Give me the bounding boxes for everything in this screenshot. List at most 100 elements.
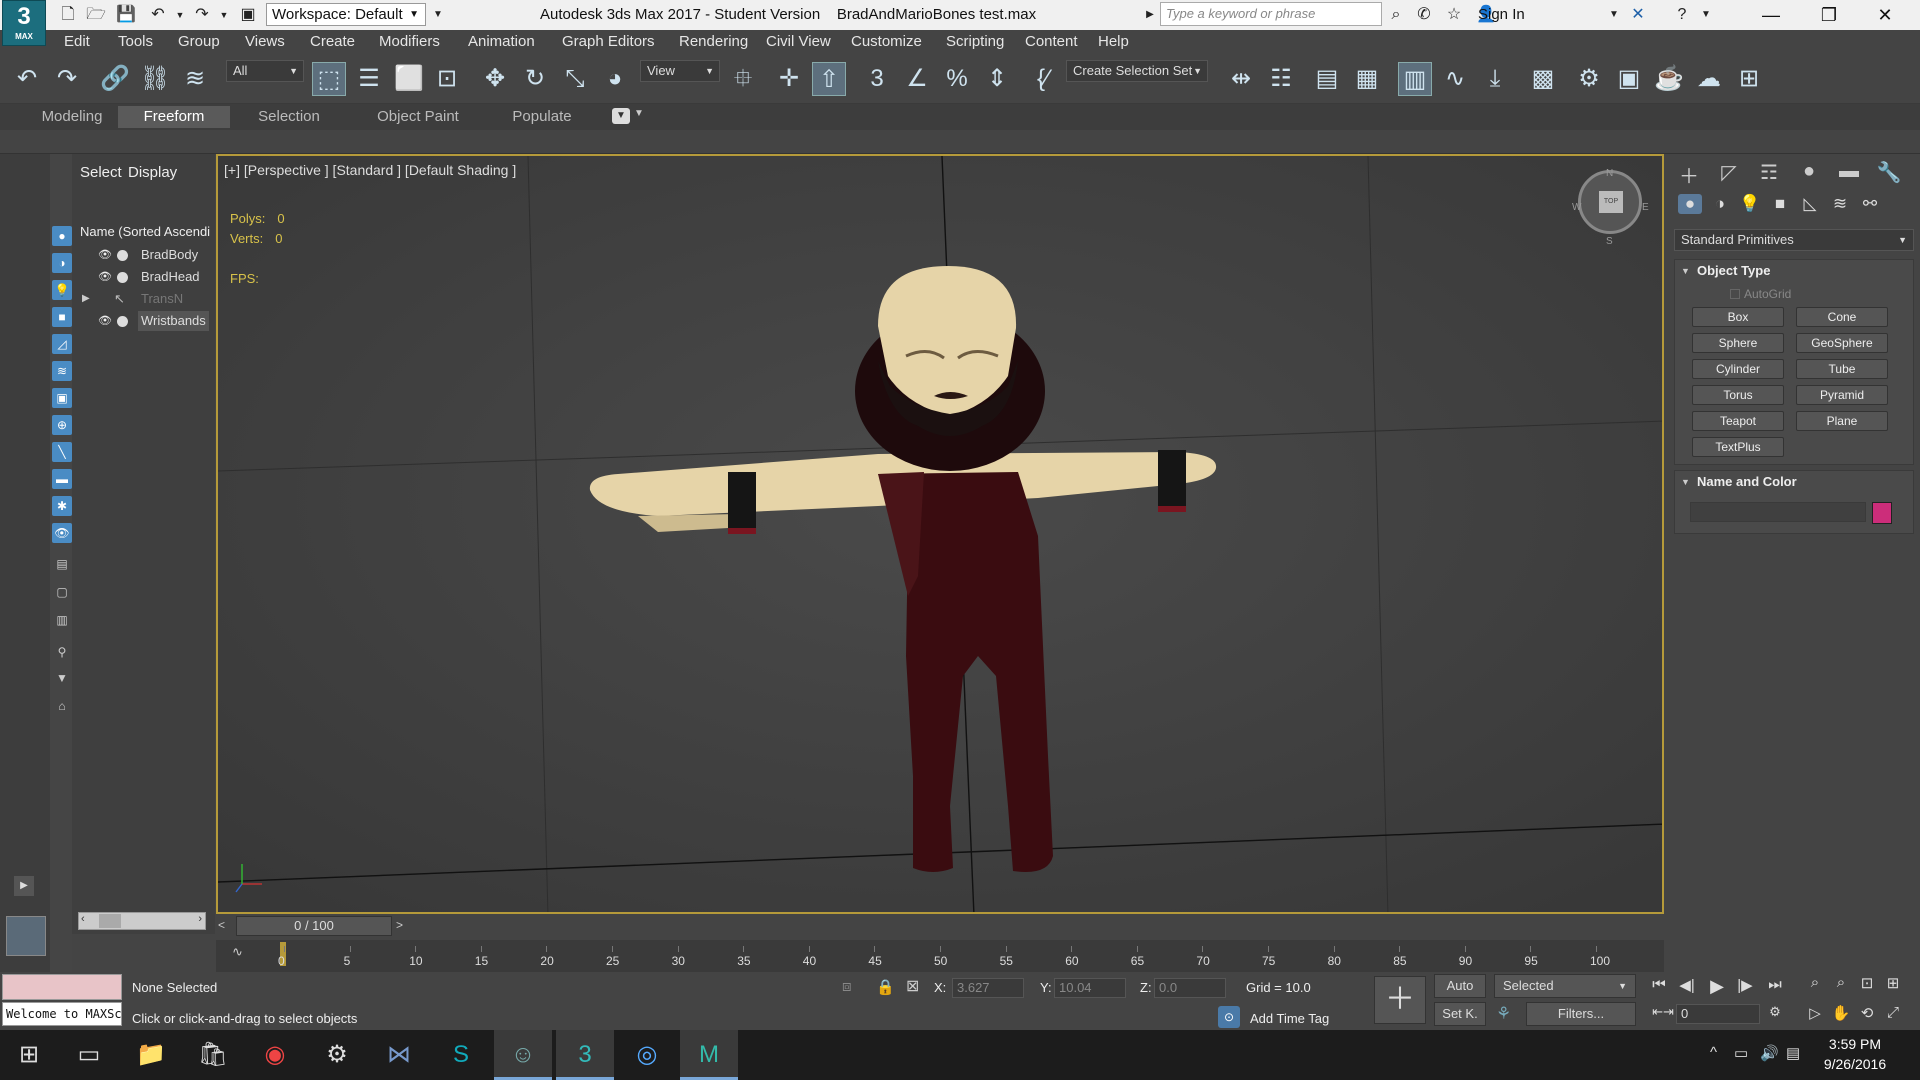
menu-graph-editors[interactable]: Graph Editors	[562, 30, 655, 54]
pivot-point-center-icon[interactable]: ⯐	[726, 62, 760, 96]
display-bones-icon[interactable]: ╲	[52, 442, 72, 462]
motion-tab-icon[interactable]: ●	[1796, 160, 1822, 183]
zoom-icon[interactable]: ⌕	[1804, 974, 1826, 991]
sphere-button[interactable]: Sphere	[1692, 333, 1784, 353]
render-setup-icon[interactable]: ⚙	[1572, 62, 1606, 96]
menu-views[interactable]: Views	[245, 30, 285, 54]
freeze-icon[interactable]	[117, 272, 128, 283]
window-crossing-icon[interactable]: ⊡	[430, 62, 464, 96]
network-icon[interactable]: ▭	[1734, 1044, 1748, 1062]
redo-icon[interactable]: ↷	[192, 5, 212, 25]
name-and-color-rollout-header[interactable]: Name and Color	[1675, 471, 1913, 493]
plane-button[interactable]: Plane	[1796, 411, 1888, 431]
ribbon-tab-selection[interactable]: Selection	[244, 106, 334, 128]
snaps-toggle-icon[interactable]: 3	[860, 62, 894, 96]
search-input[interactable]: Type a keyword or phrase	[1160, 2, 1382, 26]
go-to-start-icon[interactable]: ⏮	[1648, 976, 1670, 993]
z-coord-field[interactable]: 0.0	[1154, 978, 1226, 998]
perspective-viewport[interactable]: [+] [Perspective ] [Standard ] [Default …	[216, 154, 1664, 914]
ribbon-tab-populate[interactable]: Populate	[502, 106, 582, 128]
steam-icon[interactable]: ⚙	[308, 1030, 366, 1080]
select-none-icon[interactable]: ▢	[52, 582, 72, 602]
systems-category-icon[interactable]: ⚯	[1858, 194, 1882, 214]
absolute-mode-transform-icon[interactable]: ⊠	[906, 976, 919, 996]
textplus-button[interactable]: TextPlus	[1692, 437, 1784, 457]
select-and-scale-icon[interactable]: ⤡	[558, 62, 592, 96]
redo-icon[interactable]: ↷	[50, 62, 84, 96]
ribbon-options-dropdown-icon[interactable]: ▼	[634, 108, 644, 119]
new-file-icon[interactable]: 🗋	[58, 5, 78, 25]
display-groups-icon[interactable]: ▣	[52, 388, 72, 408]
scroll-right-icon[interactable]: ›	[198, 913, 202, 925]
primitive-category-dropdown[interactable]: Standard Primitives ▼	[1674, 229, 1914, 251]
freeze-icon[interactable]	[117, 250, 128, 261]
help-icon[interactable]: ?	[1672, 5, 1692, 25]
select-and-place-icon[interactable]: ◕	[598, 62, 632, 96]
mirror-icon[interactable]: ⇹	[1224, 62, 1258, 96]
maya-icon[interactable]: M	[680, 1030, 738, 1080]
notification-icon[interactable]: ▤	[1786, 1044, 1800, 1062]
media-app-icon[interactable]: ◎	[618, 1030, 676, 1080]
ribbon-tab-modeling[interactable]: Modeling	[30, 106, 114, 128]
project-folder-icon[interactable]: ▣	[238, 5, 258, 25]
display-particles-icon[interactable]: ✱	[52, 496, 72, 516]
field-of-view-icon[interactable]: ▷	[1804, 1004, 1826, 1022]
next-frame-arrow-icon[interactable]: >	[396, 918, 403, 932]
restore-button[interactable]: ❐	[1806, 0, 1852, 30]
display-containers-icon[interactable]: ▬	[52, 469, 72, 489]
save-icon[interactable]: 💾	[116, 5, 136, 25]
eye-icon[interactable]: 👁	[98, 267, 112, 287]
freeze-icon[interactable]	[117, 316, 128, 327]
cylinder-button[interactable]: Cylinder	[1692, 359, 1784, 379]
spinner-snap-icon[interactable]: ⇕	[980, 62, 1014, 96]
filters-button[interactable]: Filters...	[1526, 1002, 1636, 1026]
binoculars-icon[interactable]: ⌕	[1386, 5, 1406, 25]
tube-button[interactable]: Tube	[1796, 359, 1888, 379]
select-and-manipulate-icon[interactable]: ✛	[772, 62, 806, 96]
maxscript-listener-output[interactable]	[2, 974, 122, 1000]
display-cameras-icon[interactable]: ■	[52, 307, 72, 327]
select-all-icon[interactable]: ▤	[52, 554, 72, 574]
chrome-icon[interactable]: ◉	[246, 1030, 304, 1080]
curve-editor-icon[interactable]: ∿	[1438, 62, 1472, 96]
undo-icon[interactable]: ↶	[148, 5, 168, 25]
explorer-column-header[interactable]: Name (Sorted Ascending)	[80, 224, 210, 240]
zoom-all-icon[interactable]: ⌕	[1830, 974, 1852, 991]
object-name-field[interactable]	[1690, 502, 1866, 522]
time-slider-thumb[interactable]: 0 / 100	[236, 916, 392, 936]
visual-studio-icon[interactable]: ⋈	[370, 1030, 428, 1080]
set-key-button[interactable]: Set K.	[1434, 1002, 1486, 1026]
rendered-frame-window-icon[interactable]: ▣	[1612, 62, 1646, 96]
expand-arrow-icon[interactable]: ▶	[82, 289, 90, 309]
viewcube[interactable]: TOP	[1578, 170, 1642, 234]
scene-explorer-toggle-icon[interactable]: ▥	[1398, 62, 1432, 96]
bind-to-space-warp-icon[interactable]: ≋	[178, 62, 212, 96]
menu-rendering[interactable]: Rendering	[679, 30, 748, 54]
menu-animation[interactable]: Animation	[468, 30, 535, 54]
display-geometry-icon[interactable]: ●	[52, 226, 72, 246]
show-hidden-icons[interactable]: ^	[1710, 1044, 1717, 1061]
add-time-tag[interactable]: Add Time Tag	[1250, 1011, 1329, 1026]
teapot-button[interactable]: Teapot	[1692, 411, 1784, 431]
maximize-viewport-icon[interactable]: ⤢	[1882, 1004, 1904, 1021]
geosphere-button[interactable]: GeoSphere	[1796, 333, 1888, 353]
orbit-icon[interactable]: ⟲	[1856, 1004, 1878, 1022]
play-icon[interactable]: ▶	[1706, 976, 1728, 997]
start-button-icon[interactable]: ⊞	[0, 1030, 58, 1080]
render-production-icon[interactable]: ☕	[1652, 62, 1686, 96]
space-warps-category-icon[interactable]: ≋	[1828, 194, 1852, 214]
next-frame-icon[interactable]: |▶	[1734, 976, 1756, 994]
previous-frame-icon[interactable]: ◀|	[1676, 976, 1698, 994]
volume-icon[interactable]: 🔊	[1760, 1044, 1779, 1062]
render-shortcuts-icon[interactable]: ⊞	[1732, 62, 1766, 96]
scrollbar-thumb[interactable]	[99, 914, 121, 928]
explorer-horizontal-scrollbar[interactable]: ‹ ›	[78, 912, 206, 930]
x-coord-field[interactable]: 3.627	[952, 978, 1024, 998]
open-file-icon[interactable]: 🗁	[86, 5, 106, 25]
maxscript-listener-input[interactable]: Welcome to MAXScript.	[2, 1002, 122, 1026]
time-tag-icon[interactable]: ⊙	[1218, 1006, 1240, 1028]
explorer-tab-select[interactable]: Select	[80, 164, 122, 181]
render-in-cloud-icon[interactable]: ☁	[1692, 62, 1726, 96]
ribbon-tab-freeform[interactable]: Freeform	[118, 106, 230, 128]
filter-icon[interactable]: ▼	[52, 668, 72, 688]
